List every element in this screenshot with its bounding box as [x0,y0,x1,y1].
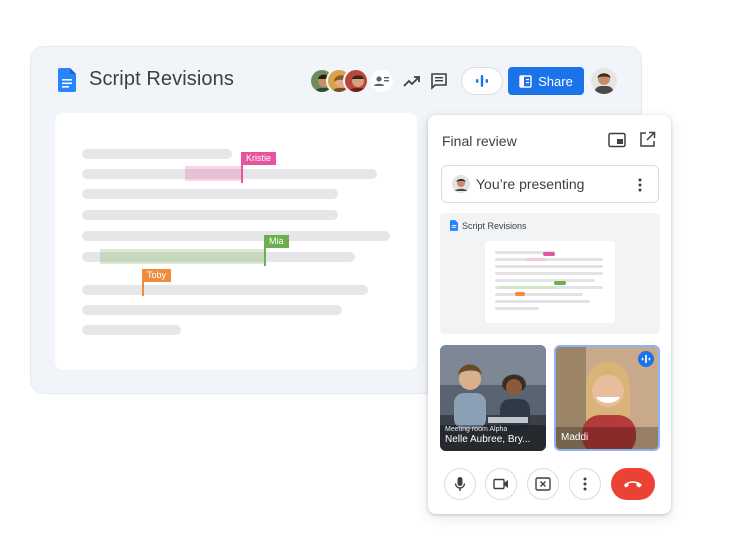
stop-present-icon [535,477,551,491]
more-options-button[interactable] [569,468,601,500]
stop-presenting-button[interactable] [527,468,559,500]
docs-icon [450,220,458,231]
share-button[interactable]: Share [508,67,584,95]
meet-audio-button[interactable] [461,67,503,95]
presenting-label: You’re presenting [476,176,585,192]
meet-panel: Final review You’re presenting Script Re… [428,115,671,514]
trending-icon[interactable] [403,73,421,89]
mic-icon [454,477,466,491]
participant-name: Nelle Aubree, Bry... [445,434,531,445]
camera-button[interactable] [485,468,517,500]
video-tile-room[interactable]: Meeting room Alpha Nelle Aubree, Bry... [440,345,546,451]
avatar[interactable] [343,68,369,94]
speaking-indicator [638,351,654,367]
collaborator-avatars[interactable] [309,68,395,94]
text-line [82,305,342,315]
camera-icon [493,478,508,490]
text-line [82,149,232,159]
user-avatar[interactable] [591,68,617,94]
meeting-title: Final review [442,133,517,149]
share-icon [519,74,532,88]
presenting-bar[interactable]: You’re presenting [441,165,659,203]
audio-level-icon [641,354,651,364]
open-in-new-icon[interactable] [639,131,656,148]
text-line [82,325,181,335]
video-tile-speaker[interactable]: Maddi [554,345,660,451]
end-call-icon [624,481,642,488]
end-call-button[interactable] [611,468,655,500]
share-label: Share [538,73,573,89]
participant-name: Maddi [561,432,589,443]
comment-icon[interactable] [430,72,448,90]
more-people-icon[interactable] [369,68,395,94]
document-page[interactable]: Kristie Mia Toby [55,113,417,370]
document-title[interactable]: Script Revisions [89,68,234,91]
mia-cursor-label: Mia [264,235,289,248]
kristie-selection [185,166,242,181]
text-line [82,285,368,295]
presenter-avatar [452,175,470,193]
picture-in-picture-icon[interactable] [608,132,626,148]
mic-button[interactable] [444,468,476,500]
more-vert-icon[interactable] [638,178,642,192]
room-name: Meeting room Alpha [445,426,508,433]
preview-page [485,241,615,323]
mia-selection [100,249,265,264]
meet-audio-icon [476,75,488,87]
text-line [82,231,390,241]
kristie-cursor-label: Kristie [241,152,277,165]
docs-icon[interactable] [58,68,76,92]
more-icon [583,477,587,491]
text-line [82,210,338,220]
preview-doc-title: Script Revisions [462,221,527,231]
presentation-preview[interactable]: Script Revisions [440,213,660,334]
toby-cursor-label: Toby [142,269,172,282]
text-line [82,189,338,199]
